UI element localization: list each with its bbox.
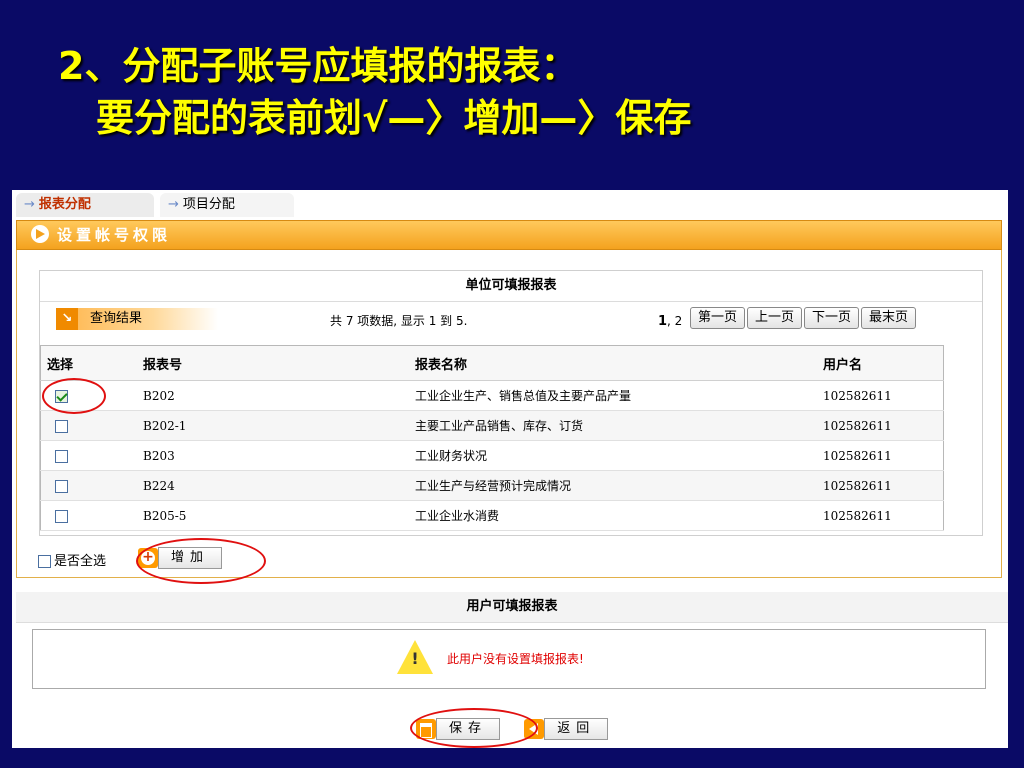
report-code: B202-1	[142, 410, 414, 441]
select-all-checkbox[interactable]	[38, 555, 51, 568]
annotation-circle-save	[410, 708, 538, 748]
col-username: 用户名	[822, 345, 944, 381]
arrow-circle-icon	[31, 225, 49, 243]
report-name: 工业企业水消费	[414, 500, 822, 531]
table-row: B224 工业生产与经营预计完成情况 102582611	[40, 470, 944, 501]
prev-page-button[interactable]: 上一页	[747, 307, 803, 329]
query-result-tag: ↘ 查询结果	[56, 308, 218, 330]
empty-message: 此用户没有设置填报报表!	[447, 652, 584, 666]
report-code: B205-5	[142, 500, 414, 531]
user-table-title: 用户可填报报表	[16, 592, 1008, 623]
col-select: 选择	[40, 345, 142, 381]
tab-project-assign[interactable]: → 项目分配	[160, 193, 294, 217]
section-title: 设置帐号权限	[57, 226, 172, 244]
last-page-button[interactable]: 最末页	[861, 307, 917, 329]
report-user: 102582611	[822, 500, 944, 531]
user-report-box: ! 此用户没有设置填报报表!	[32, 629, 986, 689]
report-name: 主要工业产品销售、库存、订货	[414, 410, 822, 441]
table-row: B202-1 主要工业产品销售、库存、订货 102582611	[40, 410, 944, 441]
unit-table-title: 单位可填报报表	[40, 271, 982, 302]
report-user: 102582611	[822, 440, 944, 471]
row-checkbox[interactable]	[55, 479, 68, 493]
annotation-circle-add	[136, 538, 266, 584]
page-numbers: 1, 2	[658, 314, 682, 329]
row-checkbox[interactable]	[55, 449, 68, 463]
report-name: 工业财务状况	[414, 440, 822, 471]
report-user: 102582611	[822, 380, 944, 411]
arrow-right-icon: →	[168, 197, 179, 212]
title-line-1: 2、分配子账号应填报的报表：	[58, 44, 579, 88]
report-code: B224	[142, 470, 414, 501]
corner-arrow-icon: ↘	[56, 308, 78, 330]
pager: 第一页 上一页 下一页 最末页	[688, 306, 917, 329]
page-1-link[interactable]: 1	[658, 314, 667, 329]
permission-box: 单位可填报报表 ↘ 查询结果 共 7 项数据, 显示 1 到 5. 1, 2 第一…	[16, 250, 1002, 578]
arrow-right-icon: →	[24, 197, 35, 212]
col-report-name: 报表名称	[414, 345, 822, 381]
select-all-label: 是否全选	[54, 554, 107, 569]
report-table: 选择 报表号 报表名称 用户名 B202 工业企业生产、销售总值及主要产品产量 …	[40, 345, 944, 531]
report-code: B203	[142, 440, 414, 471]
unit-report-box: 单位可填报报表 ↘ 查询结果 共 7 项数据, 显示 1 到 5. 1, 2 第一…	[39, 270, 983, 536]
report-code: B202	[142, 380, 414, 411]
table-row: B203 工业财务状况 102582611	[40, 440, 944, 471]
col-report-code: 报表号	[142, 345, 414, 381]
title-line-2: 要分配的表前划√—〉增加—〉保存	[96, 96, 692, 140]
table-header-row: 选择 报表号 报表名称 用户名	[40, 345, 944, 381]
tab-bar: → 报表分配 → 项目分配	[12, 190, 1008, 218]
row-checkbox[interactable]	[55, 509, 68, 523]
first-page-button[interactable]: 第一页	[690, 307, 746, 329]
exclamation-icon: !	[411, 649, 419, 668]
table-row: B205-5 工业企业水消费 102582611	[40, 500, 944, 531]
record-count: 共 7 项数据, 显示 1 到 5.	[330, 314, 468, 328]
report-name: 工业生产与经营预计完成情况	[414, 470, 822, 501]
report-user: 102582611	[822, 410, 944, 441]
table-row: B202 工业企业生产、销售总值及主要产品产量 102582611	[40, 380, 944, 411]
tab-report-assign[interactable]: → 报表分配	[16, 193, 154, 217]
row-checkbox[interactable]	[55, 419, 68, 433]
app-panel: → 报表分配 → 项目分配 设置帐号权限 单位可填报报表 ↘ 查询结果 共 7 项数据…	[12, 190, 1008, 748]
annotation-circle-checkbox	[42, 378, 106, 414]
query-row: ↘ 查询结果 共 7 项数据, 显示 1 到 5. 1, 2 第一页 上一页 下一页最…	[40, 302, 982, 338]
report-name: 工业企业生产、销售总值及主要产品产量	[414, 380, 822, 411]
select-all-control[interactable]: 是否全选	[38, 550, 106, 569]
section-header: 设置帐号权限	[16, 220, 1002, 250]
next-page-button[interactable]: 下一页	[804, 307, 860, 329]
slide-title: 2、分配子账号应填报的报表： 要分配的表前划√—〉增加—〉保存	[58, 40, 691, 144]
report-user: 102582611	[822, 470, 944, 501]
page-2-link[interactable]: , 2	[667, 314, 682, 328]
